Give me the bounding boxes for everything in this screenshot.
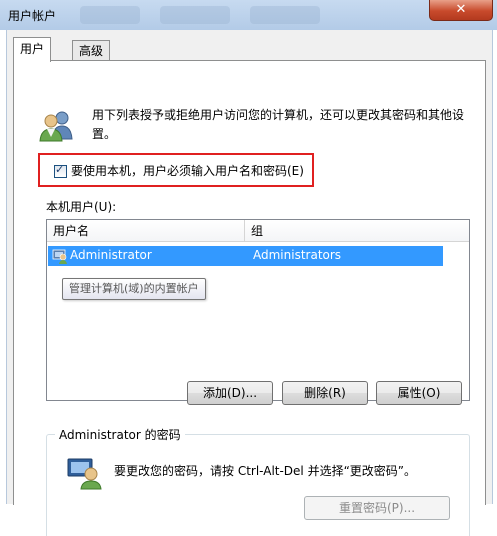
tab-advanced[interactable]: 高级 [72, 40, 111, 61]
add-user-button[interactable]: 添加(D)... [187, 381, 273, 405]
user-name-cell: Administrator [70, 248, 152, 262]
user-group-cell: Administrators [253, 248, 342, 262]
column-header-username[interactable]: 用户名 [47, 220, 245, 242]
tab-advanced-label: 高级 [79, 44, 104, 58]
blurred-background-tab [80, 6, 140, 24]
users-tab-panel: 用下列表授予或拒绝用户访问您的计算机，还可以更改其密码和其他设置。 要使用本机，… [13, 60, 486, 536]
properties-button[interactable]: 属性(O) [376, 381, 462, 405]
require-login-checkbox[interactable] [54, 163, 67, 178]
tab-users-label: 用户 [20, 42, 45, 56]
close-icon: ✕ [455, 2, 467, 17]
change-password-text: 要更改您的密码，请按 Ctrl-Alt-Del 并选择“更改密码”。 [114, 464, 417, 478]
close-button[interactable]: ✕ [429, 0, 493, 21]
tooltip: 管理计算机(域)的内置帐户 [62, 278, 206, 300]
local-users-label: 本机用户(U): [46, 200, 117, 214]
blurred-background-tab [160, 6, 230, 24]
tab-users[interactable]: 用户 [13, 37, 52, 62]
description-text: 用下列表授予或拒绝用户访问您的计算机，还可以更改其密码和其他设置。 [92, 108, 465, 141]
column-header-group[interactable]: 组 [245, 220, 469, 242]
users-list[interactable]: 用户名 组 Administrator Administrators [46, 219, 470, 401]
password-key-icon [67, 458, 102, 490]
require-login-label[interactable]: 要使用本机，用户必须输入用户名和密码(E) [71, 162, 304, 179]
user-icon [52, 249, 67, 264]
highlight-box: 要使用本机，用户必须输入用户名和密码(E) [38, 153, 314, 187]
password-groupbox: Administrator 的密码 要更改您的密码，请按 Ctrl-Alt-De… [46, 426, 470, 536]
remove-user-button[interactable]: 删除(R) [282, 381, 368, 405]
table-row[interactable]: Administrator Administrators [48, 246, 443, 266]
password-group-title: Administrator 的密码 [55, 426, 185, 443]
blurred-background-tab [250, 6, 320, 24]
reset-password-button[interactable]: 重置密码(P)... [304, 496, 450, 520]
title-bar: 用户帐户 ✕ [0, 0, 497, 30]
dialog-body: 用户 高级 用下列表授予或拒绝用户访问您的计算机，还可以更改其密码和其他设置。 … [6, 30, 493, 536]
users-icon [39, 111, 73, 142]
window-title: 用户帐户 [8, 9, 57, 23]
